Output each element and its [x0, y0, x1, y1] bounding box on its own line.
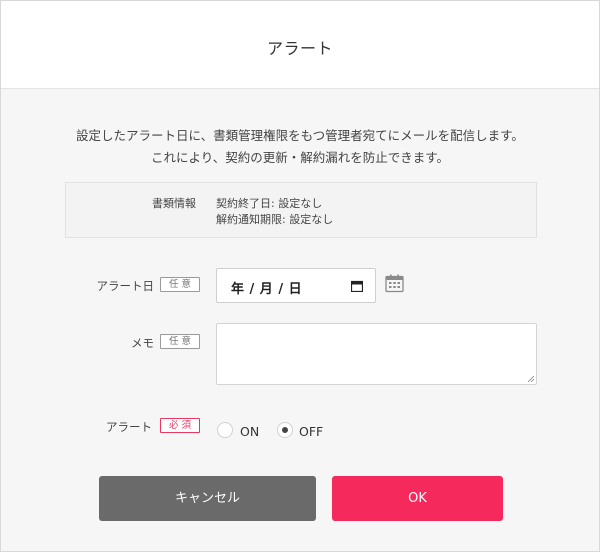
alert-off-radio[interactable]	[277, 422, 293, 438]
calendar-picker-icon[interactable]	[351, 280, 363, 292]
calendar-icon[interactable]	[385, 274, 404, 293]
dialog-title: アラート	[266, 39, 333, 58]
document-info-label: 書類情報	[152, 197, 196, 210]
dialog-header: アラート	[1, 1, 599, 89]
contract-end-date: 契約終了日: 設定なし	[216, 197, 323, 210]
optional-badge: 任 意	[160, 277, 200, 292]
optional-badge: 任 意	[160, 334, 200, 349]
memo-textarea[interactable]	[216, 323, 537, 385]
ok-button[interactable]: OK	[332, 476, 503, 521]
cancellation-notice-deadline: 解約通知期限: 設定なし	[216, 213, 334, 226]
date-input-value: 年 / 月 / 日	[231, 282, 303, 297]
document-info-box: 書類情報 契約終了日: 設定なし 解約通知期限: 設定なし	[65, 182, 537, 238]
cancel-button[interactable]: キャンセル	[99, 476, 316, 521]
memo-label: メモ	[131, 336, 154, 350]
required-badge: 必 須	[160, 418, 200, 433]
radio-selected-dot	[282, 427, 288, 433]
alert-date-label: アラート日	[96, 279, 155, 293]
alert-dialog: アラート 設定したアラート日に、書類管理権限をもつ管理者宛てにメールを配信します…	[0, 0, 600, 552]
alert-label: アラート	[106, 420, 152, 434]
alert-date-input[interactable]: 年 / 月 / 日	[216, 268, 376, 303]
alert-on-label[interactable]: ON	[240, 424, 259, 439]
alert-on-radio[interactable]	[217, 422, 233, 438]
description-line-2: これにより、契約の更新・解約漏れを防止できます。	[150, 150, 449, 165]
resize-handle-icon[interactable]	[528, 376, 534, 382]
alert-off-label[interactable]: OFF	[299, 424, 323, 439]
description-line-1: 設定したアラート日に、書類管理権限をもつ管理者宛てにメールを配信します。	[76, 128, 524, 143]
